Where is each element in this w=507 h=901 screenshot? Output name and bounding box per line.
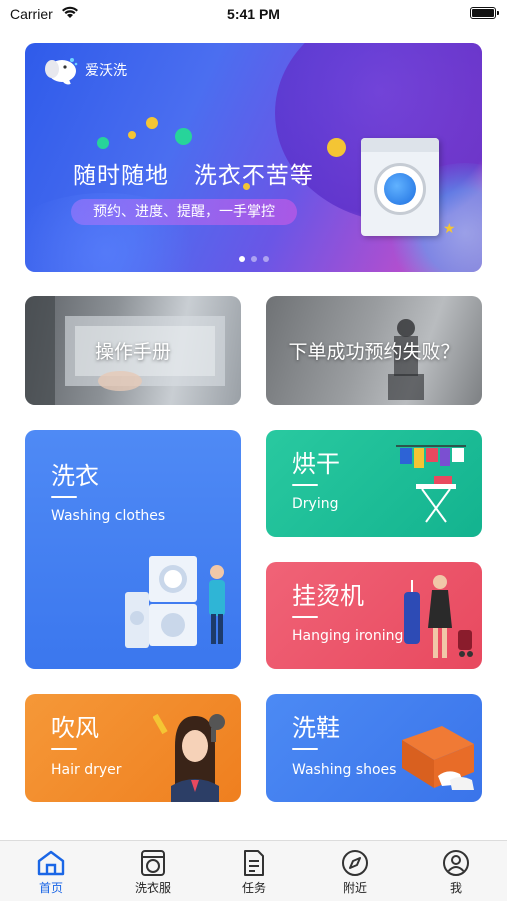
hair-dryer-subtitle: Hair dryer bbox=[51, 762, 122, 778]
drying-rack-illustration bbox=[396, 445, 466, 523]
banner-pager[interactable] bbox=[239, 256, 269, 262]
shoe-washing-service-card[interactable]: 洗鞋 Washing shoes bbox=[266, 694, 482, 802]
compass-icon bbox=[320, 847, 390, 879]
washing-subtitle: Washing clothes bbox=[51, 508, 166, 524]
garment-steamer-illustration bbox=[404, 575, 473, 658]
pager-dot[interactable] bbox=[263, 256, 269, 262]
drying-service-card[interactable]: 烘干 Drying bbox=[266, 430, 482, 537]
hair-dryer-title: 吹风 bbox=[51, 714, 99, 742]
profile-icon bbox=[421, 847, 491, 879]
washing-machines-illustration bbox=[125, 556, 225, 648]
ironing-title: 挂烫机 bbox=[292, 582, 364, 610]
washing-service-card[interactable]: 洗衣 Washing clothes bbox=[25, 430, 241, 669]
tab-home-label: 首页 bbox=[38, 881, 63, 895]
ironing-subtitle: Hanging ironing bbox=[292, 628, 404, 644]
clock: 5:41 PM bbox=[227, 6, 280, 22]
banner-headline: 随时随地 洗衣不苦等 bbox=[73, 163, 314, 189]
title-underline bbox=[292, 616, 318, 618]
ironing-service-card[interactable]: 挂烫机 Hanging ironing bbox=[266, 562, 482, 669]
pager-dot-active[interactable] bbox=[239, 256, 245, 262]
drying-subtitle: Drying bbox=[292, 496, 339, 512]
decor-dot bbox=[128, 131, 136, 139]
washing-machine-illustration bbox=[361, 138, 439, 236]
tab-laundry-label: 洗衣服 bbox=[134, 881, 171, 895]
title-underline bbox=[292, 748, 318, 750]
decor-dot bbox=[327, 138, 346, 157]
bottom-tab-bar: 首页 洗衣服 任务 附近 我 bbox=[0, 840, 507, 901]
decor-dot bbox=[146, 117, 158, 129]
washing-title: 洗衣 bbox=[51, 462, 99, 490]
booking-failed-card[interactable]: 下单成功预约失败？ bbox=[266, 296, 482, 405]
tab-laundry[interactable]: 洗衣服 bbox=[118, 847, 188, 896]
manual-card-label: 操作手册 bbox=[94, 341, 171, 363]
title-underline bbox=[51, 496, 77, 498]
brand-name: 爱沃洗 bbox=[85, 63, 127, 79]
document-icon bbox=[219, 847, 289, 879]
banner-subline: 预约、进度、提醒，一手掌控 bbox=[71, 199, 297, 225]
title-underline bbox=[51, 748, 77, 750]
star-icon: ★ bbox=[443, 221, 456, 237]
brand-logo: 爱沃洗 bbox=[43, 55, 127, 85]
decor-dot bbox=[97, 137, 109, 149]
hair-dryer-illustration bbox=[153, 713, 225, 802]
tab-me[interactable]: 我 bbox=[421, 847, 491, 896]
decor-dot bbox=[175, 128, 192, 145]
tab-nearby[interactable]: 附近 bbox=[320, 847, 390, 896]
tab-tasks-label: 任务 bbox=[241, 881, 266, 895]
pager-dot[interactable] bbox=[251, 256, 257, 262]
tab-tasks[interactable]: 任务 bbox=[219, 847, 289, 896]
washer-icon bbox=[118, 847, 188, 879]
promo-banner[interactable]: 爱沃洗 随时随地 洗衣不苦等 预约、进度、提醒，一手掌控 ★ bbox=[25, 43, 482, 272]
title-underline bbox=[292, 484, 318, 486]
booking-failed-label: 下单成功预约失败？ bbox=[288, 341, 460, 363]
shoe-washing-subtitle: Washing shoes bbox=[292, 762, 397, 778]
status-bar: Carrier 5:41 PM bbox=[0, 0, 507, 32]
tab-me-label: 我 bbox=[449, 881, 462, 895]
battery-icon bbox=[470, 7, 499, 19]
home-icon bbox=[16, 847, 86, 879]
shoebox-illustration bbox=[402, 726, 474, 790]
manual-card[interactable]: 操作手册 bbox=[25, 296, 241, 405]
shoe-washing-title: 洗鞋 bbox=[292, 714, 340, 742]
tab-home[interactable]: 首页 bbox=[16, 847, 86, 896]
elephant-logo-icon bbox=[43, 55, 79, 85]
drying-title: 烘干 bbox=[292, 450, 340, 478]
hair-dryer-service-card[interactable]: 吹风 Hair dryer bbox=[25, 694, 241, 802]
tab-nearby-label: 附近 bbox=[342, 881, 367, 895]
